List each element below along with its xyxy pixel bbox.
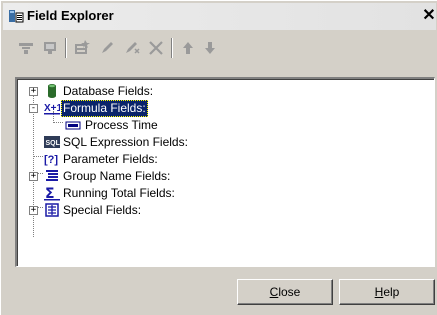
tree-item-label: Group Name Fields: [63,169,171,183]
tree-item-label: Database Fields: [63,84,154,98]
tree-item-label: Special Fields: [63,203,142,217]
tree-item-label: Formula Fields: [61,100,148,117]
help-button[interactable]: Help [339,279,435,305]
close-button-label: lose [278,285,301,299]
field-tree[interactable]: + Database Fields: - X+1 Formula Fields:… [15,77,435,267]
svg-text:X+1: X+1 [44,103,60,114]
expand-icon[interactable]: + [29,172,38,181]
special-fields-icon [44,202,60,218]
svg-text:[?]: [?] [44,154,58,166]
title-bar[interactable]: Field Explorer ✕ [3,3,436,30]
expand-icon[interactable]: + [29,206,38,215]
parameter-icon: [?] [44,151,60,167]
svg-text:SQL: SQL [46,140,61,147]
formula-field-icon [65,117,81,133]
tree-item-database-fields[interactable]: + Database Fields: [17,83,417,100]
collapse-icon[interactable]: - [29,104,38,113]
tree-item-label: Parameter Fields: [63,152,158,166]
tree-item-label: Process Time [85,118,158,132]
svg-text:Σ: Σ [45,186,55,201]
insert-to-report-icon[interactable] [15,37,37,59]
toolbar [15,37,435,61]
tree-item-special-fields[interactable]: + Special Fields: [17,202,417,219]
formula-icon: X+1 [44,100,63,116]
field-explorer-app-icon [8,8,24,24]
toolbar-separator [65,38,67,58]
tree-item-running-total-fields[interactable]: Σ Running Total Fields: [17,185,417,202]
edit-icon[interactable] [97,37,119,59]
close-button[interactable]: Close [237,279,333,305]
running-total-icon: Σ [44,185,60,202]
new-field-icon[interactable] [71,37,93,59]
window-close-button[interactable]: ✕ [420,7,437,25]
help-button-label: elp [383,285,400,299]
tree-item-formula-fields[interactable]: - X+1 Formula Fields: [17,100,417,117]
group-name-icon [44,168,60,184]
database-icon [44,83,60,99]
toolbar-separator [171,38,173,58]
window-title: Field Explorer [27,8,114,23]
tree-item-parameter-fields[interactable]: [?] Parameter Fields: [17,151,417,168]
move-up-icon[interactable] [177,37,199,59]
rename-icon[interactable] [121,37,143,59]
tree-item-label: Running Total Fields: [63,186,175,200]
tree-item-group-name-fields[interactable]: + Group Name Fields: [17,168,417,185]
delete-icon[interactable] [145,37,167,59]
sql-icon: SQL [44,134,61,150]
tree-item-sql-expression-fields[interactable]: SQL SQL Expression Fields: [17,134,417,151]
tree-item-process-time[interactable]: Process Time [17,117,417,134]
field-explorer-window: Field Explorer ✕ + Database Fields: - X+… [0,0,437,315]
expand-icon[interactable]: + [29,87,38,96]
tree-item-label: SQL Expression Fields: [63,135,188,149]
move-down-icon[interactable] [199,37,221,59]
browse-data-icon[interactable] [39,37,61,59]
